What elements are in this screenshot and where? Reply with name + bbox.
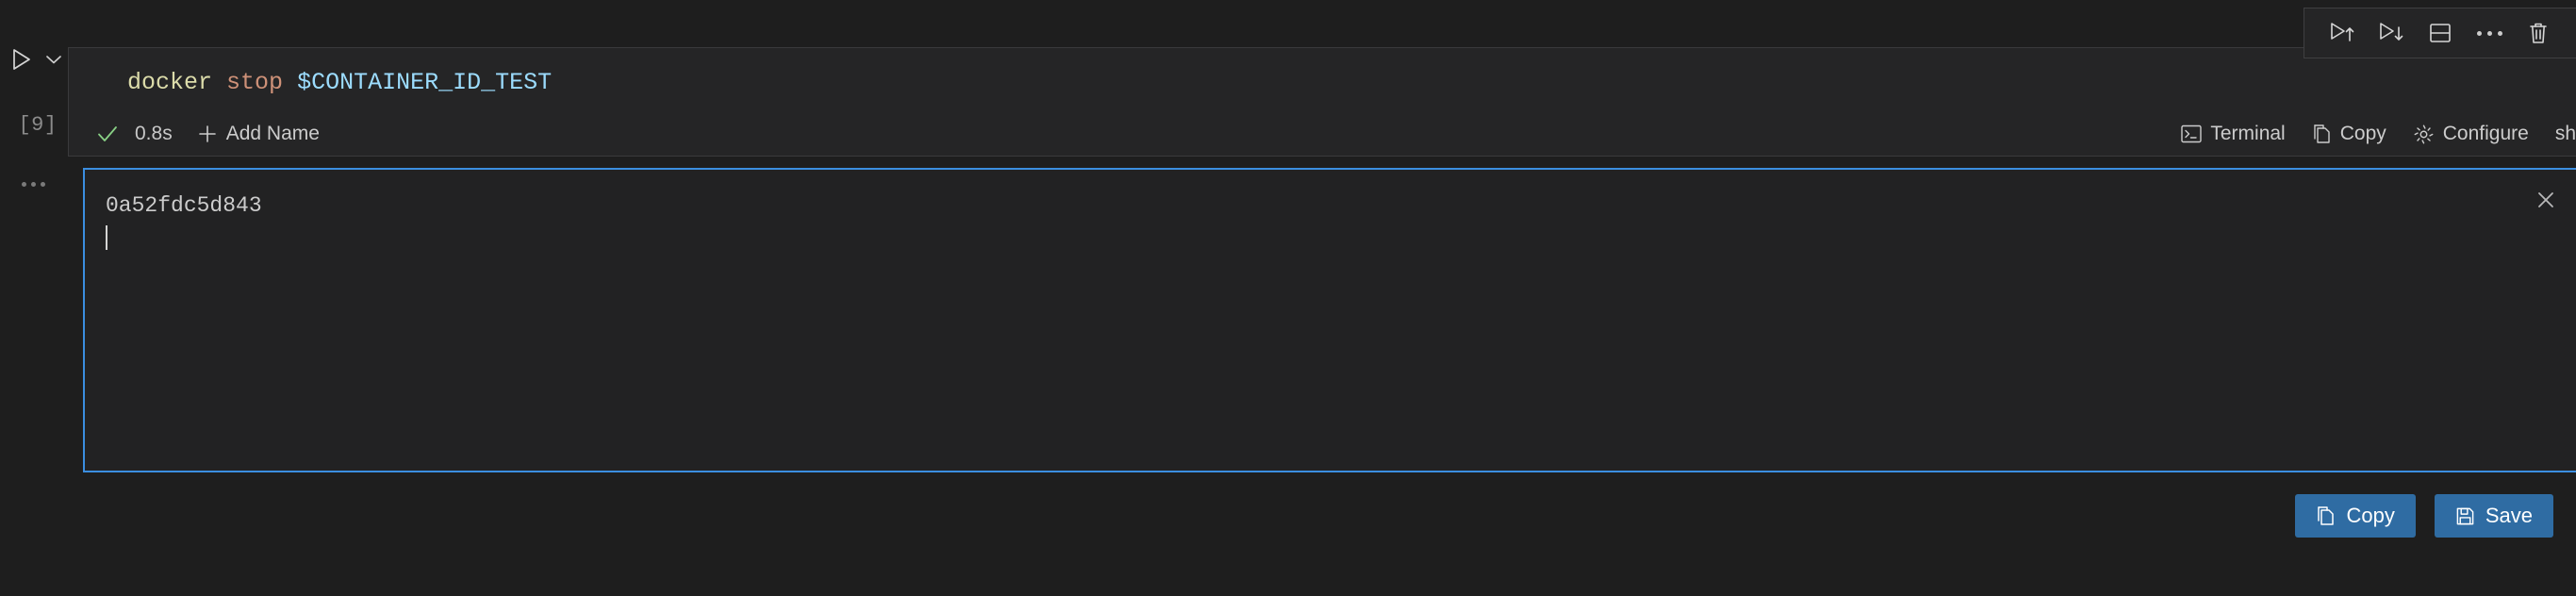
- cell-output-panel[interactable]: 0a52fdc5d843: [83, 168, 2576, 472]
- notebook-cell-view: [9] docker stop $CONTAINER_ID_TEST 0.8s: [0, 0, 2576, 596]
- floppy-disk-icon: [2455, 506, 2475, 526]
- more-actions-button[interactable]: [2467, 13, 2512, 53]
- configure-button[interactable]: Configure: [2400, 119, 2542, 149]
- save-button[interactable]: Save: [2434, 494, 2553, 538]
- gear-icon: [2413, 124, 2435, 145]
- code-token-variable: $CONTAINER_ID_TEST: [297, 69, 553, 96]
- ellipsis-dot: [2476, 30, 2482, 36]
- cell-status-right: Terminal Copy Configure sh: [2168, 119, 2576, 149]
- plus-icon: [197, 124, 218, 144]
- cell-status-bar: 0.8s Add Name Terminal Copy Configure sh: [69, 110, 2576, 157]
- terminal-label: Terminal: [2210, 123, 2286, 144]
- copy-label: Copy: [2339, 123, 2386, 144]
- text-cursor: [106, 225, 107, 250]
- add-name-label: Add Name: [225, 123, 320, 144]
- output-line: 0a52fdc5d843: [106, 193, 262, 218]
- ellipsis-dot: [30, 181, 36, 187]
- output-content: 0a52fdc5d843: [106, 190, 262, 254]
- copy-button[interactable]: Copy: [2295, 494, 2416, 538]
- cell-status-left: 0.8s Add Name: [69, 118, 323, 150]
- terminal-icon: [2181, 124, 2203, 143]
- add-name-button[interactable]: Add Name: [193, 120, 323, 148]
- configure-label: Configure: [2442, 123, 2529, 144]
- run-cell-button[interactable]: [8, 45, 36, 74]
- gutter-run-row: [8, 45, 64, 74]
- ellipsis-dot: [2497, 30, 2502, 36]
- copy-icon: [2312, 124, 2332, 144]
- gutter-more-button[interactable]: [11, 170, 55, 198]
- kernel-language-label[interactable]: sh: [2542, 119, 2576, 149]
- run-cells-above-button[interactable]: [2320, 13, 2365, 53]
- copy-button-label: Copy: [2346, 504, 2395, 527]
- delete-cell-button[interactable]: [2516, 13, 2561, 53]
- code-editor-line[interactable]: docker stop $CONTAINER_ID_TEST: [127, 67, 552, 99]
- split-cell-button[interactable]: [2418, 13, 2463, 53]
- code-cell[interactable]: docker stop $CONTAINER_ID_TEST 0.8s Add …: [68, 47, 2576, 157]
- execution-count: [9]: [18, 113, 58, 137]
- cell-toolbar: [2304, 8, 2576, 58]
- chevron-down-icon[interactable]: [43, 47, 64, 72]
- ellipsis-dot: [21, 181, 26, 187]
- code-token-argument: stop: [226, 69, 284, 96]
- save-button-label: Save: [2485, 504, 2533, 527]
- copy-output-button[interactable]: Copy: [2299, 119, 2400, 149]
- code-token-command: docker: [127, 69, 213, 96]
- terminal-button[interactable]: Terminal: [2168, 119, 2298, 149]
- ellipsis-dot: [40, 181, 45, 187]
- output-action-bar: Copy Save: [2295, 494, 2553, 538]
- run-cells-below-button[interactable]: [2369, 13, 2414, 53]
- ellipsis-dot: [2486, 30, 2492, 36]
- copy-icon: [2316, 505, 2336, 526]
- execution-duration: 0.8s: [135, 123, 173, 144]
- checkmark-icon: [91, 118, 124, 150]
- close-output-button[interactable]: [2529, 183, 2563, 217]
